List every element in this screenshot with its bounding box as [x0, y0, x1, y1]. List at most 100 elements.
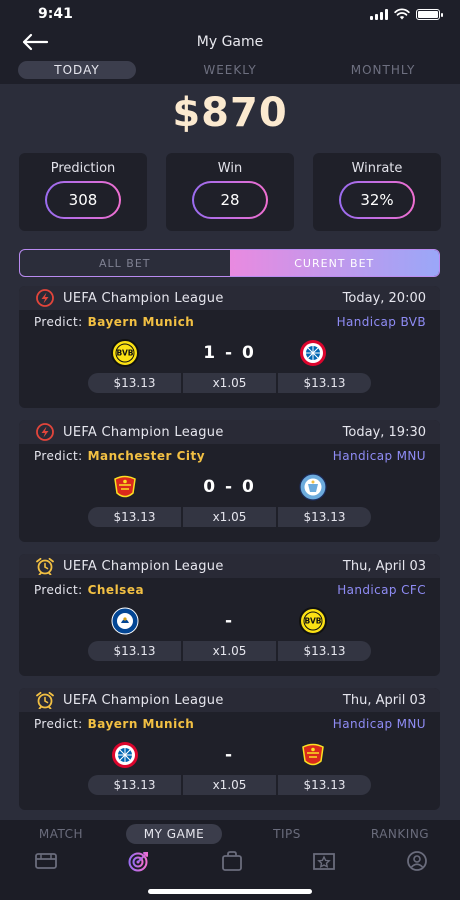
nav-ranking[interactable]: RANKING	[352, 824, 448, 844]
odd-home[interactable]: $13.13	[88, 775, 181, 795]
predict-row: Predict: Manchester City Handicap MNU	[19, 444, 440, 468]
odds-row: $13.13 x1.05 $13.13	[19, 507, 440, 527]
status-icons	[370, 8, 443, 20]
match-time: Thu, April 03	[342, 692, 426, 708]
page-title: My Game	[196, 34, 264, 50]
card-header: UEFA Champion League Today, 19:30	[19, 420, 440, 444]
match-score: 0 - 0	[203, 477, 256, 497]
tab-today[interactable]: TODAY	[18, 61, 136, 79]
nav-match[interactable]: MATCH	[13, 824, 109, 844]
odd-home[interactable]: $13.13	[88, 641, 181, 661]
handicap-link[interactable]: Handicap CFC	[337, 583, 426, 597]
wifi-icon	[394, 8, 410, 20]
odd-away[interactable]: $13.13	[278, 373, 371, 393]
match-list: UEFA Champion League Today, 20:00 Predic…	[0, 286, 460, 810]
teams-row: BVB 1 - 0	[19, 334, 440, 372]
status-bar: 9:41	[0, 0, 460, 28]
match-score: 1 - 0	[203, 343, 256, 363]
odd-multiplier[interactable]: x1.05	[183, 373, 276, 393]
back-arrow-icon[interactable]	[20, 32, 50, 52]
profile-icon[interactable]	[404, 850, 430, 872]
card-header: UEFA Champion League Thu, April 03	[19, 688, 440, 712]
stat-label: Win	[217, 161, 243, 176]
match-score: -	[224, 745, 235, 765]
predict-label: Predict:	[34, 315, 83, 329]
tab-all-bet[interactable]: ALL BET	[20, 250, 230, 276]
balance-section: $870	[0, 84, 460, 142]
stat-card-winrate: Winrate 32%	[313, 153, 441, 231]
lightning-icon	[34, 289, 58, 307]
match-card[interactable]: UEFA Champion League Today, 19:30 Predic…	[19, 420, 440, 542]
stat-value: 28	[194, 183, 266, 217]
league-name: UEFA Champion League	[63, 424, 224, 440]
handicap-link[interactable]: Handicap MNU	[333, 717, 426, 731]
predict-row: Predict: Chelsea Handicap CFC	[19, 578, 440, 602]
odd-multiplier[interactable]: x1.05	[183, 507, 276, 527]
svg-text:BVB: BVB	[305, 617, 322, 626]
card-header: UEFA Champion League Thu, April 03	[19, 554, 440, 578]
tab-weekly[interactable]: WEEKLY	[171, 61, 289, 79]
handicap-link[interactable]: Handicap MNU	[333, 449, 426, 463]
stats-row: Prediction 308 Win 28 Winrate 32%	[0, 153, 460, 231]
balance-amount: $870	[172, 90, 288, 136]
odd-away[interactable]: $13.13	[278, 641, 371, 661]
battery-icon	[416, 8, 443, 20]
odds-row: $13.13 x1.05 $13.13	[19, 641, 440, 661]
ticket-icon[interactable]	[33, 850, 59, 872]
odds-row: $13.13 x1.05 $13.13	[19, 373, 440, 393]
odd-home[interactable]: $13.13	[88, 373, 181, 393]
star-board-icon[interactable]	[311, 850, 337, 872]
odd-multiplier[interactable]: x1.05	[183, 775, 276, 795]
stat-ring: 32%	[339, 181, 415, 219]
league-name: UEFA Champion League	[63, 692, 224, 708]
nav-icons	[0, 848, 460, 874]
nav-tips[interactable]: TIPS	[239, 824, 335, 844]
odds-row: $13.13 x1.05 $13.13	[19, 775, 440, 795]
bet-toggle: ALL BET CURENT BET	[19, 249, 440, 277]
bayern-logo	[300, 340, 326, 366]
predict-label: Predict:	[34, 449, 83, 463]
league-name: UEFA Champion League	[63, 290, 224, 306]
handicap-link[interactable]: Handicap BVB	[337, 315, 426, 329]
match-time: Thu, April 03	[342, 558, 426, 574]
card-header: UEFA Champion League Today, 20:00	[19, 286, 440, 310]
stat-ring: 308	[45, 181, 121, 219]
predict-row: Predict: Bayern Munich Handicap MNU	[19, 712, 440, 736]
bottom-nav: MATCH MY GAME TIPS RANKING	[0, 820, 460, 900]
league-name: UEFA Champion League	[63, 558, 224, 574]
predict-team: Manchester City	[87, 449, 206, 463]
nav-labels: MATCH MY GAME TIPS RANKING	[0, 820, 460, 848]
nav-my-game[interactable]: MY GAME	[126, 824, 222, 844]
stat-label: Prediction	[50, 161, 116, 176]
mancity-logo	[299, 473, 327, 501]
alarm-icon	[34, 691, 58, 709]
odd-away[interactable]: $13.13	[278, 775, 371, 795]
odd-multiplier[interactable]: x1.05	[183, 641, 276, 661]
stat-card-win: Win 28	[166, 153, 294, 231]
status-time: 9:41	[38, 6, 73, 22]
odd-home[interactable]: $13.13	[88, 507, 181, 527]
stat-label: Winrate	[351, 161, 403, 176]
bvb-logo: BVB	[299, 607, 327, 635]
tab-monthly[interactable]: MONTHLY	[324, 61, 442, 79]
top-header: My Game	[0, 28, 460, 56]
stat-ring: 28	[192, 181, 268, 219]
tab-current-bet[interactable]: CURENT BET	[229, 250, 439, 276]
target-icon[interactable]	[126, 850, 152, 872]
teams-row: 0 - 0	[19, 468, 440, 506]
predict-team: Chelsea	[87, 583, 145, 597]
predict-team: Bayern Munich	[87, 717, 195, 731]
predict-label: Predict:	[34, 583, 83, 597]
signal-icon	[370, 8, 388, 20]
teams-row: -	[19, 736, 440, 774]
match-card[interactable]: UEFA Champion League Thu, April 03 Predi…	[19, 554, 440, 676]
match-card[interactable]: UEFA Champion League Thu, April 03 Predi…	[19, 688, 440, 810]
predict-row: Predict: Bayern Munich Handicap BVB	[19, 310, 440, 334]
manutd-logo	[302, 743, 324, 766]
odd-away[interactable]: $13.13	[278, 507, 371, 527]
stat-card-prediction: Prediction 308	[19, 153, 147, 231]
bag-icon[interactable]	[219, 850, 245, 872]
alarm-icon	[34, 557, 58, 575]
match-card[interactable]: UEFA Champion League Today, 20:00 Predic…	[19, 286, 440, 408]
lightning-icon	[34, 423, 58, 441]
